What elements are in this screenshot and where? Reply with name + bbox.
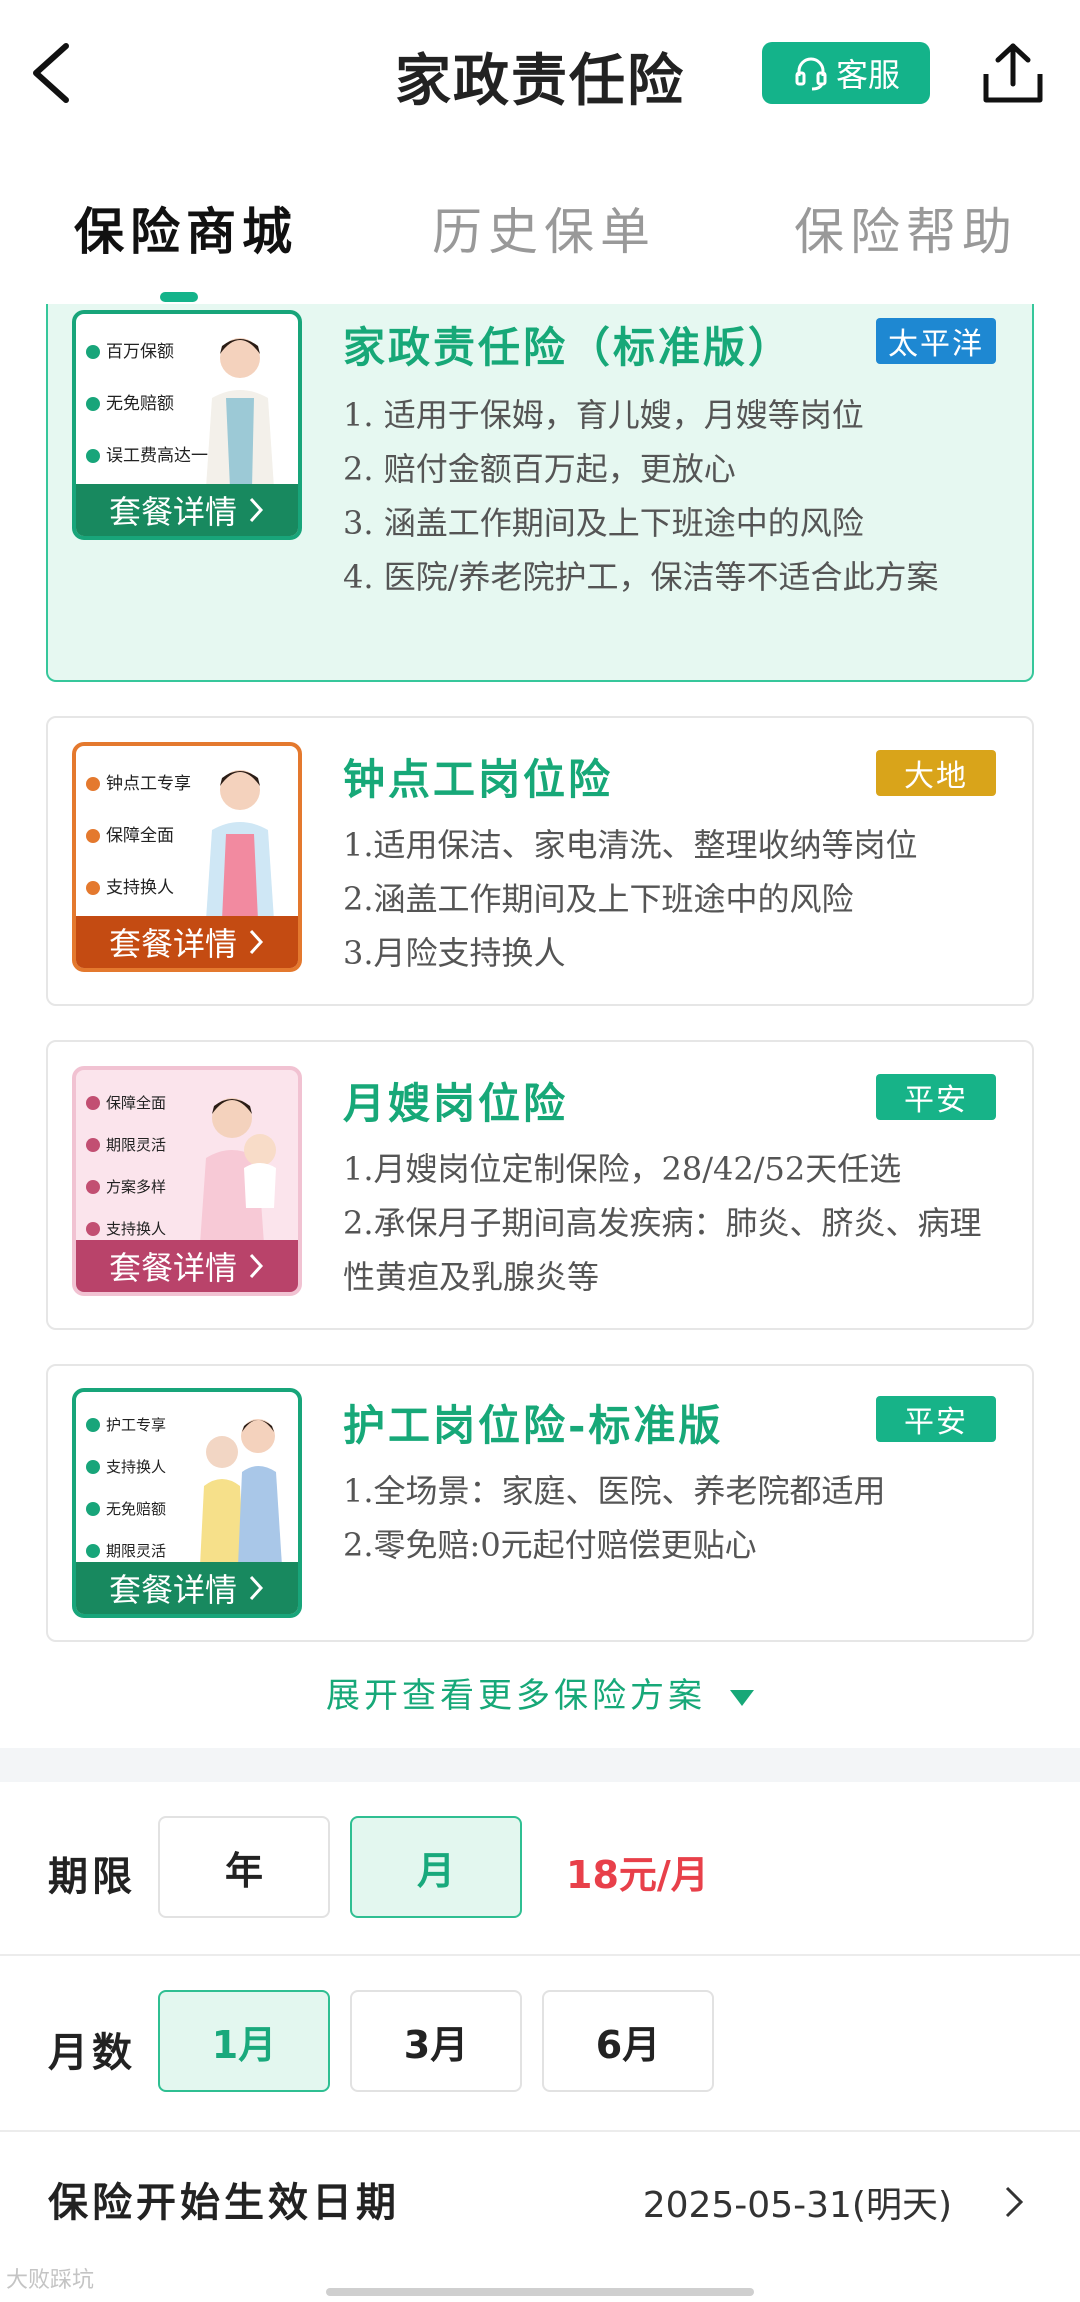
chevron-right-icon <box>249 1253 264 1279</box>
watermark: 大败踩坑 <box>6 2268 95 2293</box>
caregiver-with-elder-photo <box>200 1419 282 1566</box>
product-thumbnail: 护工专享 支持换人 无免赔额 期限灵活 套餐详情 <box>72 1388 302 1618</box>
months-option-3[interactable]: 3月 <box>350 1990 522 2092</box>
chevron-right-icon <box>249 1575 264 1601</box>
nurse-with-baby-photo <box>200 1098 276 1244</box>
feature-list: 1.月嫂岗位定制保险，28/42/52天任选 2.承保月子期间高发疾病：肺炎、脐… <box>343 1142 992 1304</box>
feature-item: 1.全场景：家庭、医院、养老院都适用 <box>343 1472 886 1510</box>
tab-insurance-help[interactable]: 保险帮助 <box>794 192 1018 264</box>
feature-item: 1.月嫂岗位定制保险，28/42/52天任选 <box>343 1150 902 1188</box>
insurer-badge: 太平洋 <box>876 318 996 364</box>
product-card-maternity-nurse[interactable]: 保障全面 期限灵活 方案多样 支持换人 套餐详情 月嫂岗位险 平安 1.月嫂岗位… <box>46 1040 1034 1330</box>
product-title: 家政责任险（标准版） <box>343 323 794 372</box>
thumb-bullet: 护工专享 <box>86 1404 166 1446</box>
product-thumbnail: 保障全面 期限灵活 方案多样 支持换人 套餐详情 <box>72 1066 302 1296</box>
triangle-down-icon <box>730 1690 754 1706</box>
customer-service-button[interactable]: 客服 <box>762 42 930 104</box>
active-tab-indicator <box>160 292 198 302</box>
package-details-button[interactable]: 套餐详情 <box>76 1240 298 1292</box>
expand-more-plans[interactable]: 展开查看更多保险方案 <box>0 1668 1080 1717</box>
package-details-button[interactable]: 套餐详情 <box>76 484 298 536</box>
thumb-bullet-list: 保障全面 期限灵活 方案多样 支持换人 <box>86 1082 166 1250</box>
feature-item: 2.承保月子期间高发疾病：肺炎、脐炎、病理性黄疸及乳腺炎等 <box>343 1204 982 1296</box>
tab-bar: 保险商城 历史保单 保险帮助 <box>0 180 1080 302</box>
product-card-hourly-worker[interactable]: 钟点工专享 保障全面 支持换人 套餐详情 钟点工岗位险 大地 1.适用保洁、家电… <box>46 716 1034 1006</box>
thumb-bullet: 支持换人 <box>86 862 191 914</box>
months-option-6[interactable]: 6月 <box>542 1990 714 2092</box>
period-label: 期限 <box>48 1854 136 1900</box>
thumb-bullet: 无免赔额 <box>86 1488 166 1530</box>
chevron-right-icon <box>1005 2186 1024 2218</box>
home-indicator <box>326 2288 754 2296</box>
feature-list: 1.全场景：家庭、医院、养老院都适用 2.零免赔:0元起付赔偿更贴心 <box>343 1464 992 1572</box>
thumb-bullet: 保障全面 <box>86 810 191 862</box>
feature-item: 1. 适用于保姆，育儿嫂，月嫂等岗位 <box>343 396 864 434</box>
product-thumbnail: 钟点工专享 保障全面 支持换人 套餐详情 <box>72 742 302 972</box>
thumb-bullet: 钟点工专享 <box>86 758 191 810</box>
feature-item: 2.零免赔:0元起付赔偿更贴心 <box>343 1526 757 1564</box>
feature-list: 1. 适用于保姆，育儿嫂，月嫂等岗位 2. 赔付金额百万起，更放心 3. 涵盖工… <box>343 388 992 604</box>
feature-item: 2. 赔付金额百万起，更放心 <box>343 450 736 488</box>
customer-service-label: 客服 <box>835 56 900 94</box>
tab-insurance-mall[interactable]: 保险商城 <box>74 192 298 264</box>
period-option-year[interactable]: 年 <box>158 1816 330 1918</box>
package-details-button[interactable]: 套餐详情 <box>76 916 298 968</box>
feature-item: 1.适用保洁、家电清洗、整理收纳等岗位 <box>343 826 918 864</box>
price-label: 18元/月 <box>566 1853 709 1897</box>
thumb-bullet-list: 护工专享 支持换人 无免赔额 期限灵活 <box>86 1404 166 1572</box>
cleaner-photo <box>206 770 274 920</box>
feature-item: 4. 医院/养老院护工，保洁等不适合此方案 <box>343 558 939 596</box>
headset-icon <box>795 57 827 91</box>
insurer-badge: 平安 <box>876 1396 996 1442</box>
thumb-bullet: 支持换人 <box>86 1446 166 1488</box>
chevron-right-icon <box>249 497 264 523</box>
section-separator <box>0 1748 1080 1782</box>
product-title: 钟点工岗位险 <box>343 755 614 804</box>
feature-item: 3.月险支持换人 <box>343 934 566 972</box>
thumb-bullet: 保障全面 <box>86 1082 166 1124</box>
thumb-bullet-list: 钟点工专享 保障全面 支持换人 <box>86 758 191 914</box>
insurer-badge: 大地 <box>876 750 996 796</box>
share-icon[interactable] <box>980 40 1046 106</box>
months-option-1[interactable]: 1月 <box>158 1990 330 2092</box>
tab-policy-history[interactable]: 历史保单 <box>432 192 656 264</box>
feature-list: 1.适用保洁、家电清洗、整理收纳等岗位 2.涵盖工作期间及上下班途中的风险 3.… <box>343 818 992 980</box>
product-thumbnail: 百万保额 无免赔额 误工费高达一年 套餐详情 <box>72 310 302 540</box>
thumb-bullet: 方案多样 <box>86 1166 166 1208</box>
chevron-right-icon <box>249 929 264 955</box>
start-date-value: 2025-05-31(明天) <box>642 2185 952 2226</box>
divider <box>0 2130 1080 2132</box>
months-row: 月数 1月 3月 6月 <box>0 1956 1080 2130</box>
period-option-month[interactable]: 月 <box>350 1816 522 1918</box>
insurer-badge: 平安 <box>876 1074 996 1120</box>
feature-item: 2.涵盖工作期间及上下班途中的风险 <box>343 880 854 918</box>
feature-item: 3. 涵盖工作期间及上下班途中的风险 <box>343 504 864 542</box>
housekeeper-photo <box>206 338 274 488</box>
package-details-button[interactable]: 套餐详情 <box>76 1562 298 1614</box>
product-card-domestic-liability[interactable]: 百万保额 无免赔额 误工费高达一年 套餐详情 家政责任险（标准版） 太平洋 1.… <box>46 304 1034 682</box>
start-date-label: 保险开始生效日期 <box>48 2180 400 2226</box>
expand-more-label: 展开查看更多保险方案 <box>326 1676 706 1716</box>
header: 家政责任险 客服 <box>0 0 1080 150</box>
product-title: 月嫂岗位险 <box>343 1079 569 1128</box>
product-card-caregiver[interactable]: 护工专享 支持换人 无免赔额 期限灵活 套餐详情 护工岗位险-标准版 平安 1.… <box>46 1364 1034 1642</box>
thumb-bullet: 期限灵活 <box>86 1124 166 1166</box>
product-title: 护工岗位险-标准版 <box>343 1401 724 1450</box>
months-label: 月数 <box>48 2030 136 2076</box>
period-row: 期限 年 月 18元/月 <box>0 1782 1080 1954</box>
